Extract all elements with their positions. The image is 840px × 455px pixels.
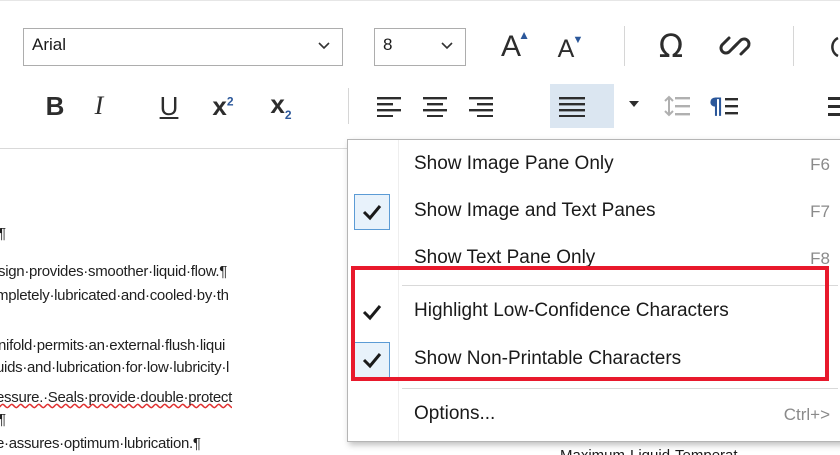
align-left-button[interactable] bbox=[368, 86, 410, 126]
doc-line: mpletely·lubricated·and·cooled·by·th bbox=[0, 287, 229, 304]
font-name-value: Arial bbox=[32, 35, 67, 54]
superscript-icon: x2 bbox=[212, 90, 234, 121]
menu-item-label: Show Image Pane Only bbox=[414, 153, 614, 174]
checkmark-icon bbox=[354, 194, 390, 230]
align-left-icon bbox=[377, 97, 401, 117]
show-non-printable-button[interactable]: ¶ bbox=[703, 86, 745, 126]
subscript-icon: x2 bbox=[270, 89, 292, 123]
align-center-icon bbox=[423, 97, 447, 117]
insert-link-button[interactable] bbox=[712, 24, 758, 68]
menu-separator bbox=[402, 388, 838, 389]
toolbar-separator bbox=[624, 26, 625, 66]
font-name-combo[interactable]: Arial bbox=[23, 28, 343, 66]
underline-button[interactable]: U bbox=[150, 86, 188, 126]
line-spacing-icon bbox=[664, 95, 690, 117]
insert-special-character-button[interactable]: Ω bbox=[648, 24, 694, 68]
menu-item-label: Highlight Low-Confidence Characters bbox=[414, 300, 729, 321]
menu-item-shortcut: F7 bbox=[810, 202, 830, 221]
shrink-font-button[interactable]: A ▼ bbox=[545, 28, 587, 70]
grow-font-icon: A ▲ bbox=[500, 28, 530, 63]
doc-line: uids·and·lubrication·for·low·lubricity·l bbox=[0, 359, 230, 376]
italic-icon: I bbox=[94, 91, 104, 120]
grow-font-button[interactable]: A ▲ bbox=[490, 26, 532, 68]
shrink-font-icon: A ▼ bbox=[557, 33, 584, 63]
svg-text:¶: ¶ bbox=[709, 95, 723, 118]
formatting-toolbar: Arial 8 A ▲ A ▼ Ω B I U x2 x2 ¶ bbox=[0, 0, 840, 150]
omega-icon: Ω bbox=[658, 27, 684, 65]
menu-separator bbox=[402, 285, 838, 286]
more-format-button[interactable] bbox=[826, 88, 840, 124]
italic-button[interactable]: I bbox=[80, 86, 118, 126]
pilcrow-list-icon: ¶ bbox=[709, 95, 738, 118]
menu-item-show-image-pane-only[interactable]: Show Image Pane Only F6 bbox=[348, 143, 840, 187]
bold-button[interactable]: B bbox=[36, 86, 74, 126]
checkmark-icon bbox=[354, 294, 390, 330]
align-right-icon bbox=[469, 97, 493, 117]
menu-item-options[interactable]: Options... Ctrl+> bbox=[348, 393, 840, 437]
justify-dropdown-arrow[interactable] bbox=[626, 92, 642, 116]
align-right-button[interactable] bbox=[460, 86, 502, 126]
toolbar-separator bbox=[793, 26, 794, 66]
menu-item-show-non-printable[interactable]: Show Non-Printable Characters bbox=[348, 338, 840, 382]
doc-right-bottom-fragment: Maximum·Liquid·Temperat bbox=[560, 447, 738, 455]
font-size-combo[interactable]: 8 bbox=[374, 28, 466, 66]
menu-item-show-image-and-text-panes[interactable]: Show Image and Text Panes F7 bbox=[348, 190, 840, 234]
link-icon bbox=[719, 36, 751, 56]
superscript-button[interactable]: x2 bbox=[198, 86, 248, 126]
align-center-button[interactable] bbox=[414, 86, 456, 126]
partial-icon bbox=[831, 36, 839, 58]
menu-item-show-text-pane-only[interactable]: Show Text Pane Only F8 bbox=[348, 237, 840, 281]
doc-line: e·assures·optimum·lubrication.¶ bbox=[0, 435, 201, 452]
doc-line: ¶ bbox=[0, 225, 6, 242]
bold-icon: B bbox=[45, 90, 65, 121]
menu-item-highlight-low-confidence[interactable]: Highlight Low-Confidence Characters bbox=[348, 290, 840, 334]
chevron-down-icon bbox=[441, 42, 453, 50]
doc-line: essure.·Seals·provide·double·protect bbox=[0, 389, 232, 406]
menu-item-shortcut: F8 bbox=[810, 249, 830, 268]
font-size-value: 8 bbox=[383, 35, 393, 54]
menu-item-label: Show Non-Printable Characters bbox=[414, 348, 682, 369]
menu-item-label: Show Text Pane Only bbox=[414, 247, 596, 268]
menu-item-label: Options... bbox=[414, 403, 496, 424]
align-justify-icon bbox=[559, 97, 585, 117]
underline-icon: U bbox=[159, 90, 179, 121]
view-options-menu: Show Image Pane Only F6 Show Image and T… bbox=[347, 139, 840, 442]
doc-line: sign·provides·smoother·liquid·flow.¶ bbox=[0, 263, 228, 280]
justify-button[interactable] bbox=[550, 84, 614, 128]
more-tools-button[interactable] bbox=[822, 26, 840, 68]
line-spacing-button[interactable] bbox=[656, 86, 698, 126]
toolbar-separator bbox=[348, 88, 349, 124]
chevron-down-icon bbox=[318, 42, 330, 50]
partial-list-icon bbox=[828, 97, 840, 116]
menu-item-shortcut: F6 bbox=[810, 155, 830, 174]
toolbar-top-border bbox=[0, 0, 840, 1]
checkmark-icon bbox=[354, 342, 390, 378]
menu-item-shortcut: Ctrl+> bbox=[783, 405, 830, 424]
menu-item-label: Show Image and Text Panes bbox=[414, 200, 656, 221]
doc-line: nifold·permits·an·external·flush·liqui bbox=[0, 337, 226, 354]
doc-line: ¶ bbox=[0, 411, 6, 428]
subscript-button[interactable]: x2 bbox=[256, 86, 306, 126]
caret-down-icon bbox=[629, 101, 639, 107]
